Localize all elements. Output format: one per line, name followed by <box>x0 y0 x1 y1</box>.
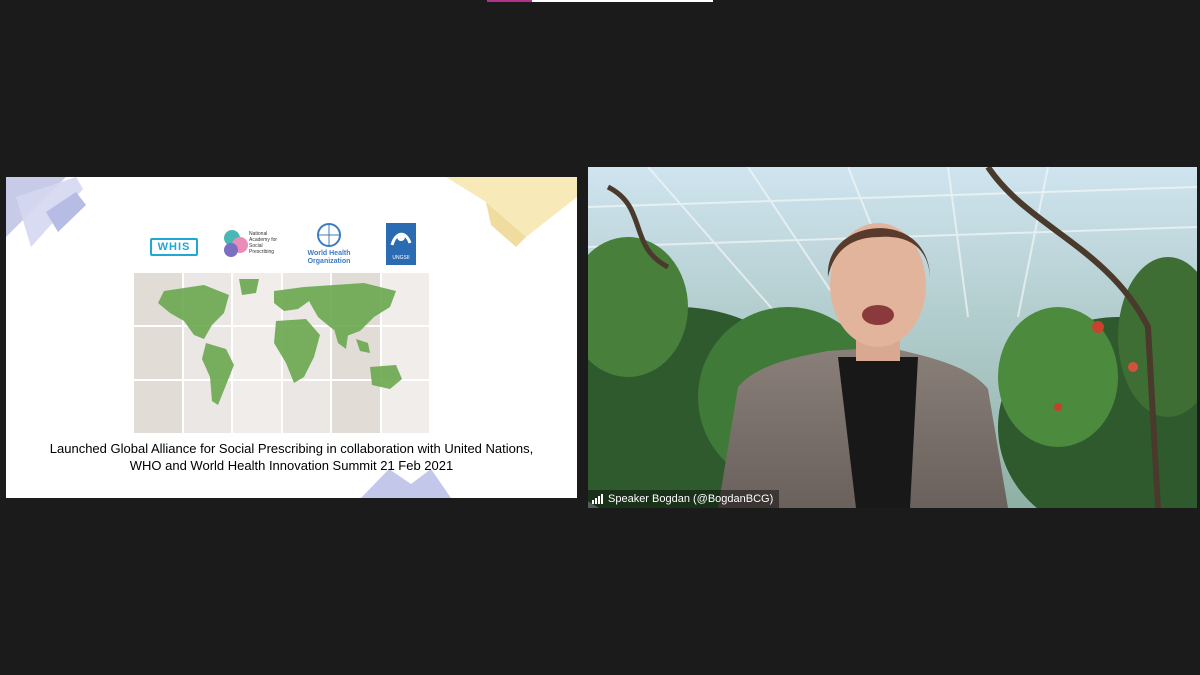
active-speaker-bar <box>487 0 713 2</box>
signal-strength-icon <box>592 494 603 504</box>
whis-logo: WHIS <box>150 238 198 256</box>
speaker-video-feed <box>588 167 1197 508</box>
speaker-video-tile[interactable]: Speaker Bogdan (@BogdanBCG) <box>588 167 1197 508</box>
nasp-logo: National Academy for Social Prescribing <box>223 227 283 261</box>
ungsii-logo-text: UNGSII <box>392 255 410 261</box>
ungsii-logo: UNGSII <box>386 223 416 265</box>
slide-caption-line-1: Launched Global Alliance for Social Pres… <box>49 441 534 456</box>
who-emblem-icon <box>317 223 341 247</box>
who-logo-text: World Health Organization <box>307 250 351 265</box>
speaker-name-tag: Speaker Bogdan (@BogdanBCG) <box>588 490 780 508</box>
world-map <box>158 279 402 405</box>
nasp-logo-icon <box>224 230 248 257</box>
speaker-name: Speaker Bogdan (@BogdanBCG) <box>608 493 774 505</box>
ungsii-emblem-icon <box>390 232 412 246</box>
active-speaker-bar-highlight <box>487 0 532 2</box>
shared-screen-slide: WHIS National Academy for Social Prescri… <box>6 177 577 498</box>
slide-caption-line-2: WHO and World Health Innovation Summit 2… <box>129 458 454 473</box>
who-logo: World Health Organization <box>304 223 354 269</box>
slide-caption: Launched Global Alliance for Social Pres… <box>6 440 577 474</box>
partner-logos: WHIS National Academy for Social Prescri… <box>6 223 577 269</box>
nasp-logo-text: National Academy for Social Prescribing <box>249 231 278 255</box>
